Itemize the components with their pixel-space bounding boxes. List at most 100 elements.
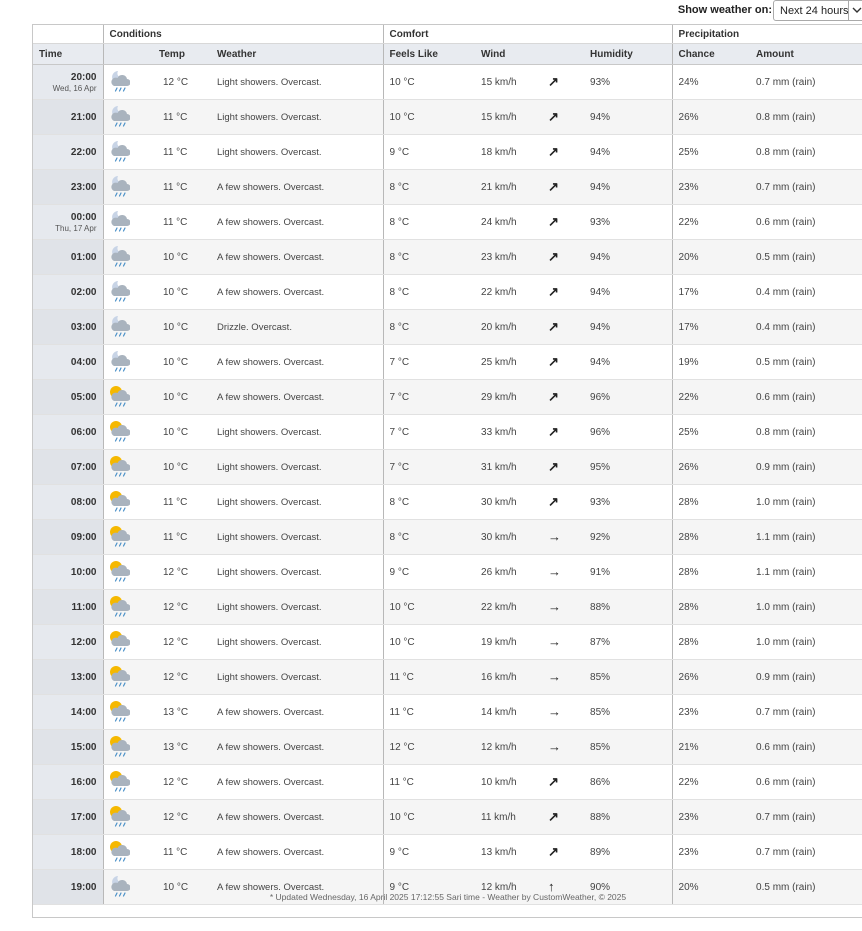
wind-arrow: ↗ — [548, 389, 559, 404]
temp-cell: 12 °C — [153, 659, 211, 695]
wind-direction-arrow-icon: ↗ — [542, 99, 585, 135]
wind-arrow: ↗ — [548, 459, 559, 474]
amount-cell: 1.0 mm (rain) — [750, 589, 862, 625]
table-row: 08:00 11 °C Light showers. Overcast. 8 °C 30… — [33, 484, 862, 520]
temp-cell: 13 °C — [153, 694, 211, 730]
humidity-cell: 94% — [584, 99, 673, 135]
hour-label: 07:00 — [70, 461, 97, 473]
day-showers-icon — [102, 799, 153, 835]
weather-cell: A few showers. Overcast. — [211, 169, 384, 205]
temp-cell: 11 °C — [153, 134, 211, 170]
forecast-rows: 20:00 Wed, 16 Apr 12 °C Light showers. Over… — [33, 64, 862, 905]
day-showers-icon — [102, 764, 153, 800]
feels-like-cell: 9 °C — [382, 134, 476, 170]
temp-cell: 10 °C — [153, 309, 211, 345]
wind-direction-arrow-icon: → — [542, 729, 585, 765]
period-select[interactable]: Next 24 hours — [773, 0, 862, 21]
day-showers-icon — [102, 379, 153, 415]
hour-label: 03:00 — [70, 321, 97, 333]
wind-arrow: ↗ — [548, 354, 559, 369]
feels-like-cell: 10 °C — [382, 64, 476, 100]
humidity-cell: 85% — [584, 729, 673, 765]
hour-label: 17:00 — [70, 811, 97, 823]
hour-label: 00:00 — [70, 211, 97, 223]
hour-label: 16:00 — [70, 776, 97, 788]
chance-cell: 28% — [671, 624, 751, 660]
humidity-cell: 94% — [584, 169, 673, 205]
wind-arrow: ↗ — [548, 424, 559, 439]
time-cell: 04:00 — [33, 344, 103, 380]
update-footer: * Updated Wednesday, 16 April 2025 17:12… — [269, 892, 627, 902]
group-conditions: Conditions — [102, 25, 384, 44]
temp-cell: 10 °C — [153, 344, 211, 380]
day-showers-icon — [102, 624, 153, 660]
hour-label: 10:00 — [70, 566, 97, 578]
table-row: 11:00 12 °C Light showers. Overcast. 10 °C 2… — [33, 589, 862, 625]
group-comfort: Comfort — [382, 25, 673, 44]
chance-cell: 23% — [671, 834, 751, 870]
weather-cell: A few showers. Overcast. — [211, 379, 384, 415]
feels-like-cell: 12 °C — [382, 729, 476, 765]
time-cell: 03:00 — [33, 309, 103, 345]
night-showers-icon — [102, 344, 153, 380]
wind-arrow: ↗ — [548, 809, 559, 824]
temp-cell: 11 °C — [153, 99, 211, 135]
weather-cell: Drizzle. Overcast. — [211, 309, 384, 345]
chance-cell: 25% — [671, 134, 751, 170]
chevron-down-icon[interactable] — [848, 1, 862, 20]
temp-cell: 11 °C — [153, 204, 211, 240]
time-cell: 09:00 — [33, 519, 103, 555]
amount-cell: 0.7 mm (rain) — [750, 799, 862, 835]
wind-cell: 12 km/h — [475, 729, 543, 765]
table-row: 01:00 10 °C A few showers. Overcast. 8 °C 23… — [33, 239, 862, 275]
temp-cell: 10 °C — [153, 274, 211, 310]
wind-cell: 16 km/h — [475, 659, 543, 695]
header-icon — [102, 43, 153, 65]
wind-cell: 22 km/h — [475, 589, 543, 625]
table-row: 22:00 11 °C Light showers. Overcast. 9 °C 18… — [33, 134, 862, 170]
hour-label: 05:00 — [70, 391, 97, 403]
temp-cell: 13 °C — [153, 729, 211, 765]
amount-cell: 0.4 mm (rain) — [750, 309, 862, 345]
humidity-cell: 87% — [584, 624, 673, 660]
hourly-forecast-table: Conditions Comfort Precipitation Time Te… — [33, 25, 862, 905]
feels-like-cell: 11 °C — [382, 694, 476, 730]
amount-cell: 0.8 mm (rain) — [750, 99, 862, 135]
table-row: 02:00 10 °C A few showers. Overcast. 8 °C 22… — [33, 274, 862, 310]
amount-cell: 0.6 mm (rain) — [750, 764, 862, 800]
weather-cell: A few showers. Overcast. — [211, 204, 384, 240]
day-showers-icon — [102, 414, 153, 450]
weather-cell: A few showers. Overcast. — [211, 834, 384, 870]
night-showers-icon — [102, 169, 153, 205]
feels-like-cell: 7 °C — [382, 379, 476, 415]
header-temp: Temp — [153, 43, 211, 65]
chance-cell: 22% — [671, 764, 751, 800]
table-row: 03:00 10 °C Drizzle. Overcast. 8 °C 20 km/h ↗… — [33, 309, 862, 345]
date-label: Thu, 17 Apr — [55, 223, 97, 233]
weather-cell: A few showers. Overcast. — [211, 274, 384, 310]
humidity-cell: 95% — [584, 449, 673, 485]
header-wind: Wind — [475, 43, 543, 65]
humidity-cell: 92% — [584, 519, 673, 555]
hour-label: 09:00 — [70, 531, 97, 543]
humidity-cell: 93% — [584, 64, 673, 100]
weather-cell: A few showers. Overcast. — [211, 344, 384, 380]
hour-label: 12:00 — [70, 636, 97, 648]
chance-cell: 28% — [671, 484, 751, 520]
wind-direction-arrow-icon: ↗ — [542, 379, 585, 415]
humidity-cell: 85% — [584, 694, 673, 730]
table-row: 10:00 12 °C Light showers. Overcast. 9 °C 26… — [33, 554, 862, 590]
weather-cell: Light showers. Overcast. — [211, 554, 384, 590]
time-cell: 10:00 — [33, 554, 103, 590]
wind-direction-arrow-icon: ↗ — [542, 799, 585, 835]
feels-like-cell: 7 °C — [382, 344, 476, 380]
hour-label: 02:00 — [70, 286, 97, 298]
chance-cell: 22% — [671, 204, 751, 240]
time-cell: 20:00 Wed, 16 Apr — [33, 64, 103, 100]
group-blank — [33, 25, 103, 44]
forecast-table-container: Conditions Comfort Precipitation Time Te… — [32, 24, 862, 918]
feels-like-cell: 8 °C — [382, 484, 476, 520]
amount-cell: 0.7 mm (rain) — [750, 64, 862, 100]
table-row: 04:00 10 °C A few showers. Overcast. 7 °C 25… — [33, 344, 862, 380]
weather-cell: Light showers. Overcast. — [211, 414, 384, 450]
